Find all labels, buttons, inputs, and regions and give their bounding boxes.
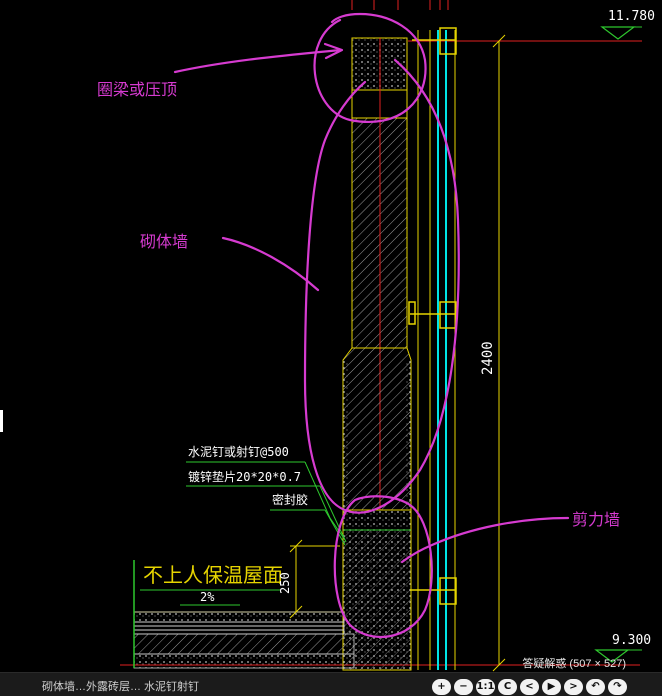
dimension-250 xyxy=(289,539,340,619)
annotation-ring-beam: 圈梁或压顶 xyxy=(97,80,177,99)
slope-label: 2% xyxy=(200,590,215,604)
note-washer: 镀锌垫片20*20*0.7 xyxy=(188,469,301,484)
facade-thin-lines xyxy=(417,30,456,670)
play-button[interactable]: ▶ xyxy=(542,679,561,695)
viewer-controls: + − 1:1 C < ▶ > ↶ ↷ xyxy=(432,679,627,695)
elevation-bottom-label: 9.300 xyxy=(612,633,651,648)
zoom-out-button[interactable]: − xyxy=(454,679,473,695)
zoom-in-button[interactable]: + xyxy=(432,679,451,695)
image-caption: 答疑解惑 (507 × 527) xyxy=(522,658,626,670)
previous-button[interactable]: < xyxy=(520,679,539,695)
masonry-wall-lower xyxy=(342,347,412,511)
annotation-shear-wall: 剪力墙 xyxy=(572,510,620,529)
elevation-top-label: 11.780 xyxy=(608,9,655,24)
note-sealant: 密封胶 xyxy=(272,492,308,507)
next-button[interactable]: > xyxy=(564,679,583,695)
annotation-masonry-wall: 砌体墙 xyxy=(140,232,188,251)
note-nail: 水泥钉或射钉@500 xyxy=(188,444,289,459)
facade-lines xyxy=(437,30,447,670)
rotate-right-button[interactable]: ↷ xyxy=(608,679,627,695)
bracket-middle xyxy=(408,301,457,329)
reset-button[interactable]: C xyxy=(498,679,517,695)
toolbar-text: 砌体墙…外露砖层… 水泥钉射钉 xyxy=(42,681,200,693)
top-ticks xyxy=(351,0,449,10)
elevation-marker-top: 11.780 xyxy=(600,9,655,40)
dimension-250-label: 250 xyxy=(278,572,292,594)
dimension-2400-label: 2400 xyxy=(480,341,496,375)
cad-drawing-canvas: 2400 11.780 9.300 水泥钉或射钉@500 镀锌垫片20*20*0… xyxy=(97,0,655,672)
bracket-bottom xyxy=(410,577,457,605)
actual-size-button[interactable]: 1:1 xyxy=(476,679,495,695)
left-edge-marker xyxy=(0,410,3,432)
rotate-left-button[interactable]: ↶ xyxy=(586,679,605,695)
roof-label: 不上人保温屋面 xyxy=(143,563,283,587)
